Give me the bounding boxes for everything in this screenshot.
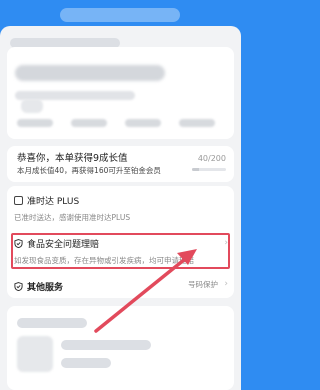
header-title-blurred <box>60 8 180 22</box>
order-button[interactable] <box>125 119 161 127</box>
item-name-blurred <box>61 340 151 350</box>
growth-award-card[interactable]: 恭喜你，本单获得9成长值 本月成长值40，再获得160可升至铂金会员 40/20… <box>7 146 234 182</box>
growth-progress-text: 40/200 <box>197 154 226 163</box>
highlight-box <box>11 233 230 269</box>
shield-check-icon <box>14 282 23 291</box>
on-time-title: 准时达 PLUS <box>27 197 80 207</box>
services-card: 准时达 PLUS 已准时送达，感谢使用准时达PLUS 食品安全问题理赔 › 如发… <box>7 186 234 298</box>
growth-progress-bar <box>192 168 226 171</box>
growth-progress-fill <box>192 168 199 171</box>
action-icon-blurred[interactable] <box>21 99 43 113</box>
item-spec-blurred <box>61 358 111 368</box>
other-services-title: 其他服务 <box>27 283 64 293</box>
item-thumbnail-blurred <box>17 336 53 372</box>
on-time-desc: 已准时送达，感谢使用准时达PLUS <box>14 213 131 222</box>
award-subtitle: 本月成长值40，再获得160可升至铂金会员 <box>17 166 161 175</box>
order-status-blurred <box>15 65 165 81</box>
number-protection-label[interactable]: 号码保护 <box>188 279 218 290</box>
award-title: 恭喜你，本单获得9成长值 <box>17 153 128 164</box>
order-items-card <box>7 306 234 390</box>
clock-icon <box>14 196 23 205</box>
on-time-row[interactable]: 准时达 PLUS <box>14 194 79 207</box>
contact-rider-button[interactable] <box>71 119 107 127</box>
store-name-blurred <box>17 318 87 328</box>
order-status-card <box>7 47 234 139</box>
other-services-row[interactable]: 其他服务 <box>14 280 63 293</box>
contact-merchant-button[interactable] <box>17 119 53 127</box>
more-button[interactable] <box>179 119 215 127</box>
chevron-right-icon: › <box>224 279 228 289</box>
